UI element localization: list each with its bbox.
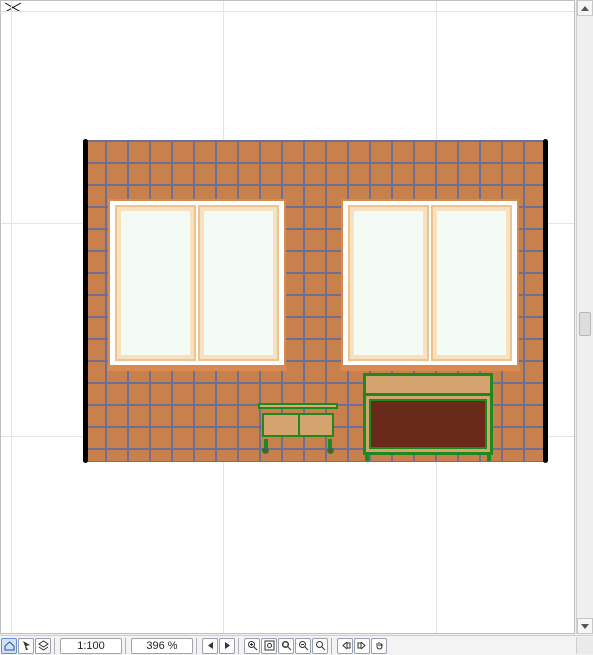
- pan-right-icon: [357, 640, 368, 651]
- zoom-selection-button[interactable]: [278, 638, 294, 654]
- window-left[interactable]: [108, 199, 286, 367]
- caster-icon: [262, 447, 269, 454]
- window-right[interactable]: [341, 199, 519, 367]
- separator: [331, 638, 334, 654]
- grid-line: [1, 11, 574, 12]
- pan-left-button[interactable]: [337, 638, 353, 654]
- zoom-selection-icon: [281, 640, 292, 651]
- layers-icon: [38, 640, 49, 651]
- zoom-region-icon: [315, 640, 326, 651]
- zoom-out-icon: [298, 640, 309, 651]
- pan-tool-button[interactable]: [371, 638, 387, 654]
- cabinet-door: [369, 399, 487, 449]
- chevron-up-icon: [581, 6, 589, 11]
- zoom-field[interactable]: 396 %: [131, 638, 193, 654]
- grid-line: [11, 1, 12, 633]
- scale-field[interactable]: 1:100: [60, 638, 122, 654]
- nav-next-button[interactable]: [219, 638, 235, 654]
- zoom-out-button[interactable]: [295, 638, 311, 654]
- scale-label: 1:100: [77, 640, 105, 652]
- zoom-fit-button[interactable]: [261, 638, 277, 654]
- cart-body: [262, 413, 334, 437]
- window-frame: [350, 207, 510, 359]
- wall-post-right: [543, 139, 548, 463]
- window-pane: [117, 207, 194, 359]
- resize-grip[interactable]: [576, 637, 593, 654]
- cursor-icon: [21, 640, 32, 651]
- scroll-up-button[interactable]: [577, 0, 593, 16]
- scroll-thumb[interactable]: [579, 312, 591, 336]
- window-pane: [350, 207, 427, 359]
- triangle-left-icon: [206, 641, 215, 650]
- cabinet-leg: [487, 455, 491, 461]
- separator: [54, 638, 57, 654]
- cart-divider: [298, 415, 300, 435]
- wall-post-left: [83, 139, 88, 463]
- zoom-fit-icon: [264, 640, 275, 651]
- view-mode-home-button[interactable]: [1, 638, 17, 654]
- status-bar: 1:100 396 %: [0, 635, 593, 655]
- window-sill: [107, 366, 287, 371]
- small-cart[interactable]: [258, 403, 338, 449]
- cabinet[interactable]: [363, 373, 493, 455]
- window-pane: [433, 207, 510, 359]
- pan-tool-icon: [374, 640, 385, 651]
- vertical-scrollbar[interactable]: [576, 0, 593, 634]
- pan-left-icon: [340, 640, 351, 651]
- separator: [238, 638, 241, 654]
- separator: [125, 638, 128, 654]
- zoom-in-button[interactable]: [244, 638, 260, 654]
- chevron-down-icon: [581, 624, 589, 629]
- cabinet-shelf: [366, 393, 490, 396]
- triangle-right-icon: [223, 641, 232, 650]
- zoom-region-button[interactable]: [312, 638, 328, 654]
- home-icon: [4, 640, 15, 651]
- view-mode-layers-button[interactable]: [35, 638, 51, 654]
- pan-right-button[interactable]: [354, 638, 370, 654]
- cart-top: [258, 403, 338, 409]
- zoom-in-icon: [247, 640, 258, 651]
- window-frame: [117, 207, 277, 359]
- window-pane: [200, 207, 277, 359]
- nav-prev-button[interactable]: [202, 638, 218, 654]
- caster-icon: [327, 447, 334, 454]
- separator: [196, 638, 199, 654]
- view-mode-cursor-button[interactable]: [18, 638, 34, 654]
- cabinet-leg: [365, 455, 369, 461]
- zoom-label: 396 %: [146, 640, 177, 652]
- window-sill: [340, 366, 520, 371]
- scroll-down-button[interactable]: [577, 618, 593, 634]
- drawing-canvas[interactable]: [0, 0, 575, 634]
